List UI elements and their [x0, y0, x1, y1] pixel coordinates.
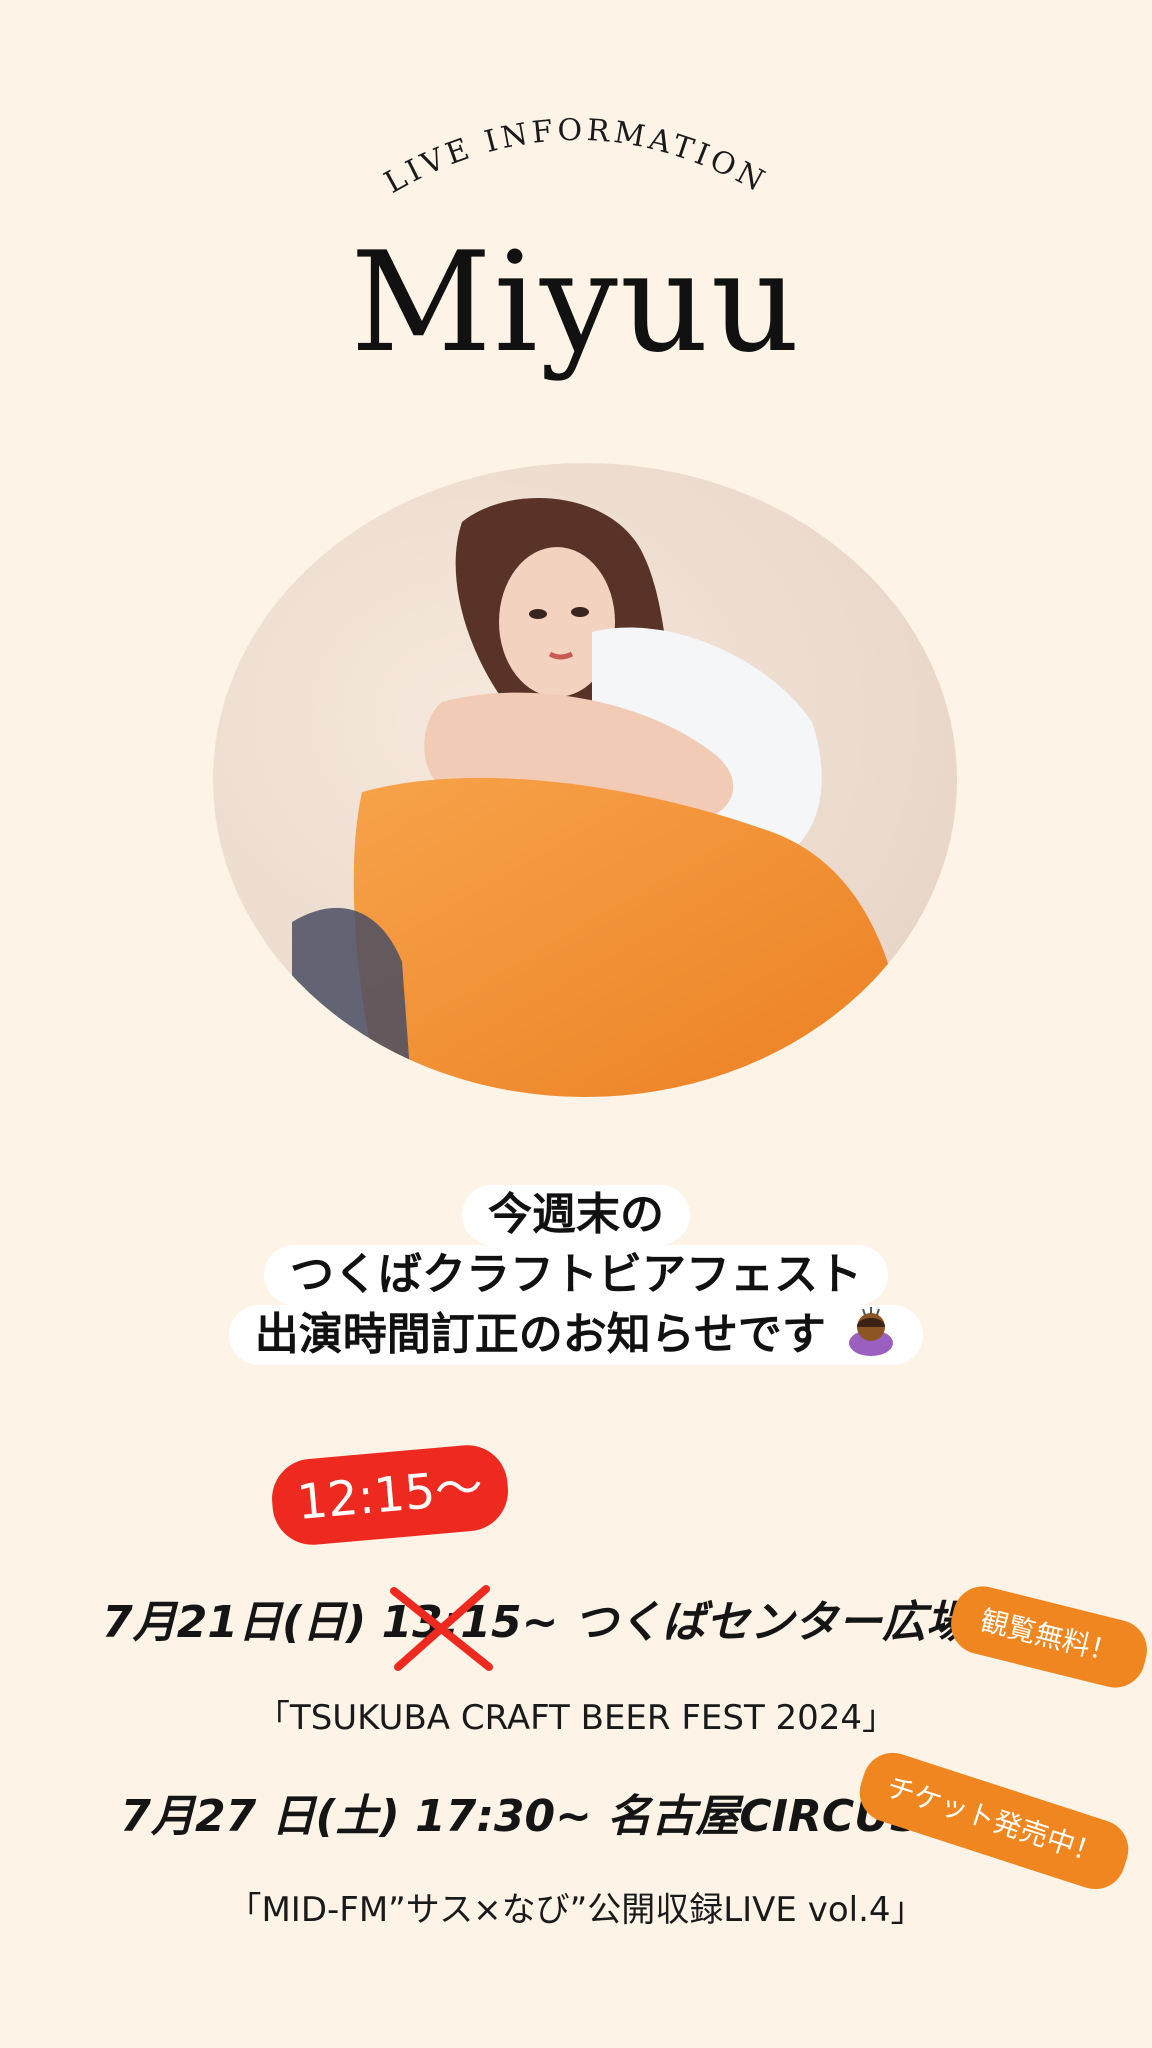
tickets-on-sale-tag: チケット発売中！ [851, 1745, 1137, 1897]
notice-line-1: 今週末の [462, 1185, 690, 1245]
corrected-time-badge: 12:15〜 [268, 1441, 512, 1549]
event-2-time: 17:30~ [415, 1791, 593, 1842]
bowing-person-icon [849, 1307, 894, 1356]
artist-name: Miyuu [350, 222, 802, 383]
svg-text:LIVE INFORMATION: LIVE INFORMATION [379, 113, 773, 201]
live-information-heading: LIVE INFORMATION [379, 113, 773, 201]
event-1-subtitle: 「TSUKUBA CRAFT BEER FEST 2024」 [255, 1698, 897, 1738]
event-1-venue: つくばセンター広場 [558, 1597, 970, 1648]
arc-heading-text: LIVE INFORMATION [379, 113, 769, 201]
artist-photo [213, 463, 957, 1097]
event-2-subtitle: 「MID-FM”サス×なび”公開収録LIVE vol.4」 [227, 1890, 925, 1930]
notice-block: 今週末の つくばクラフトビアフェスト 出演時間訂正のお知らせです [0, 1185, 1152, 1365]
event-1-old-time: 13:15~ [381, 1597, 559, 1648]
notice-line-3-wrap: 出演時間訂正のお知らせです [228, 1305, 924, 1365]
event-2-date: 7月27 日(土) [120, 1791, 416, 1842]
notice-line-3: 出演時間訂正のお知らせです [254, 1309, 826, 1360]
event-1-date: 7月21日(日) [102, 1597, 382, 1648]
event-1-old-time-wrap: 13:15~ [381, 1585, 559, 1671]
notice-line-2: つくばクラフトビアフェスト [264, 1245, 888, 1305]
event-1-line: 7月21日(日) 13:15~ つくばセンター広場 [0, 1585, 1112, 1671]
